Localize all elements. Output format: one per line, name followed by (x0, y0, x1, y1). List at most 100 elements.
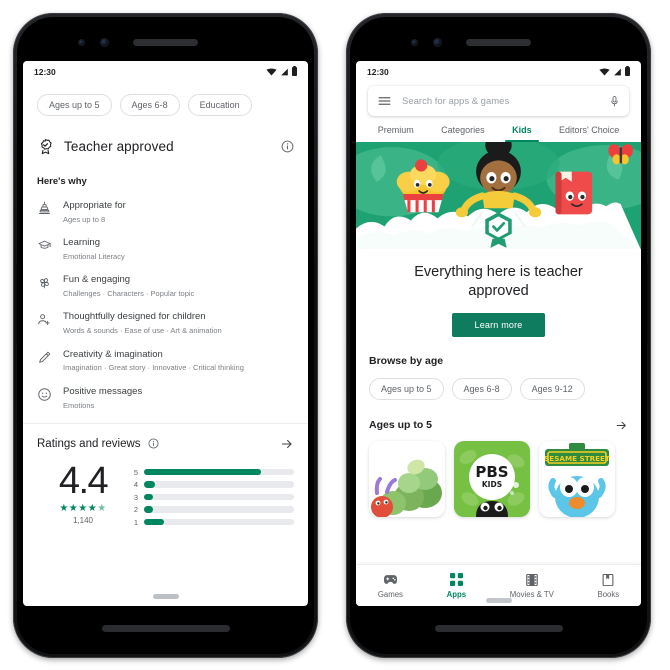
svg-text:SESAME STREET: SESAME STREET (544, 454, 610, 463)
tab-kids[interactable]: Kids (498, 125, 545, 142)
film-icon (488, 573, 576, 587)
pinwheel-icon (40, 278, 49, 289)
why-title: Creativity & imagination (63, 348, 163, 360)
why-item-learning: Learning Emotional Literacy (37, 237, 294, 262)
rating-bar-label: 4 (133, 480, 138, 489)
signal-icon (281, 68, 288, 75)
why-item-creativity: Creativity & imagination Imagination · G… (37, 349, 294, 374)
nav-label: Games (377, 589, 403, 599)
rating-bar-row-5: 5 (129, 466, 294, 479)
why-item-positive-messages: Positive messages Emotions (37, 386, 294, 411)
why-text-block: Positive messages Emotions (63, 386, 142, 411)
battery-icon (625, 65, 630, 76)
earpiece-speaker (133, 39, 198, 46)
pencil-icon (39, 351, 51, 363)
why-text-block: Fun & engaging Challenges · Characters ·… (63, 274, 194, 299)
search-input[interactable]: Search for apps & games (402, 96, 610, 107)
info-icon[interactable] (148, 438, 159, 449)
bottom-speaker (101, 625, 230, 632)
screenshot-stage: 12:30 Ages up to 5 Ages 6-8 Education Te… (0, 0, 670, 670)
learn-more-wrapper: Learn more (356, 312, 641, 337)
why-title: Fun & engaging (63, 274, 131, 286)
ratings-reviews-header[interactable]: Ratings and reviews (37, 437, 294, 451)
status-time: 12:30 (367, 66, 389, 77)
cake-icon (39, 201, 50, 214)
front-camera-secondary-icon (101, 39, 108, 46)
why-title: Learning (63, 237, 100, 249)
status-time: 12:30 (34, 66, 56, 77)
signal-icon (614, 68, 621, 75)
age-chip-ages-9-12[interactable]: Ages 9-12 (519, 377, 585, 400)
top-bezel-left (17, 17, 314, 61)
front-camera-icon (79, 40, 84, 45)
tab-editors-choice[interactable]: Editors' Choice (545, 125, 633, 142)
rating-bar-fill (144, 468, 261, 476)
why-text-block: Creativity & imagination Imagination · G… (63, 349, 244, 374)
tab-categories[interactable]: Categories (427, 125, 498, 142)
home-indicator[interactable] (485, 598, 512, 603)
nav-item-apps[interactable]: Apps (425, 573, 488, 599)
ages-section-header: Ages up to 5 (356, 419, 641, 432)
age-chip-ages-6-8[interactable]: Ages 6-8 (451, 377, 512, 400)
smiley-icon (38, 387, 51, 401)
rating-bar-fill (144, 506, 153, 513)
hamburger-menu-icon[interactable] (378, 96, 391, 106)
learn-more-button[interactable]: Learn more (452, 312, 545, 337)
arrow-right-icon[interactable] (615, 419, 628, 432)
filter-chip-ages-up-to-5[interactable]: Ages up to 5 (37, 94, 112, 116)
grid-apps-icon (425, 573, 488, 587)
screen-left: 12:30 Ages up to 5 Ages 6-8 Education Te… (23, 61, 308, 606)
rating-bar-label: 2 (133, 505, 138, 514)
rating-bar-track (144, 518, 294, 526)
front-camera-icon (412, 40, 417, 45)
rating-bar-label: 3 (133, 492, 138, 502)
why-title: Positive messages (63, 385, 143, 397)
arrow-right-icon[interactable] (280, 437, 294, 451)
teacher-approved-hero-illustration (356, 142, 641, 249)
nav-item-games[interactable]: Games (356, 573, 425, 599)
right-content: Search for apps & games Premium Categori… (356, 82, 641, 606)
why-subtitle: Imagination · Great story · Innovative ·… (63, 363, 244, 373)
phone-device-left: 12:30 Ages up to 5 Ages 6-8 Education Te… (13, 13, 318, 658)
rating-bar-track (144, 468, 294, 476)
sesame-street-app-tile[interactable]: SESAME STREET (539, 440, 615, 517)
why-text-block: Thoughtfully designed for children Words… (63, 311, 222, 336)
top-bezel-right (350, 17, 647, 61)
why-subtitle: Emotional Literacy (63, 252, 125, 261)
microphone-icon[interactable] (610, 95, 619, 108)
age-chip-ages-up-to-5[interactable]: Ages up to 5 (369, 377, 444, 400)
why-subtitle: Words & sounds · Ease of use · Art & ani… (63, 326, 222, 336)
why-item-appropriate-for: Appropriate for Ages up to 8 (37, 200, 294, 225)
nav-item-books[interactable]: Books (576, 573, 641, 599)
pbs-kids-app-tile[interactable]: PBS KIDS (454, 440, 530, 517)
status-bar-right: 12:30 (356, 61, 641, 82)
why-item-thoughtfully-designed: Thoughtfully designed for children Words… (37, 311, 294, 336)
rating-score-block: 4.4 ★★★★★ 1,140 (37, 461, 129, 525)
teacher-approved-header: Teacher approved (37, 138, 294, 155)
nav-item-movies-tv[interactable]: Movies & TV (488, 573, 576, 599)
filter-chip-education[interactable]: Education (187, 94, 252, 116)
why-subtitle: Ages up to 8 (63, 214, 106, 224)
rating-bar-track (144, 481, 294, 488)
why-text-block: Learning Emotional Literacy (63, 237, 125, 262)
info-icon[interactable] (281, 140, 294, 153)
home-indicator[interactable] (152, 594, 179, 599)
caterpillar-app-tile[interactable] (369, 440, 445, 517)
why-title: Appropriate for (63, 200, 126, 211)
section-divider (23, 422, 308, 424)
bottom-bezel-left (17, 606, 314, 654)
search-bar[interactable]: Search for apps & games (368, 86, 629, 116)
status-bar-left: 12:30 (23, 61, 308, 82)
phone-body-left: 12:30 Ages up to 5 Ages 6-8 Education Te… (17, 17, 314, 654)
rating-bar-row-4: 4 (129, 478, 294, 491)
tab-premium[interactable]: Premium (364, 125, 427, 142)
browse-by-age-label: Browse by age (369, 354, 444, 367)
award-badge-icon (40, 139, 52, 155)
filter-chip-row: Ages up to 5 Ages 6-8 Education (37, 94, 294, 116)
bottom-speaker (434, 625, 563, 632)
category-tabs: Premium Categories Kids Editors' Choice (356, 125, 641, 142)
rating-stars: ★★★★★ (59, 502, 107, 514)
teacher-approved-title: Teacher approved (64, 139, 174, 154)
filter-chip-ages-6-8[interactable]: Ages 6-8 (119, 94, 180, 116)
status-icons (599, 65, 630, 76)
